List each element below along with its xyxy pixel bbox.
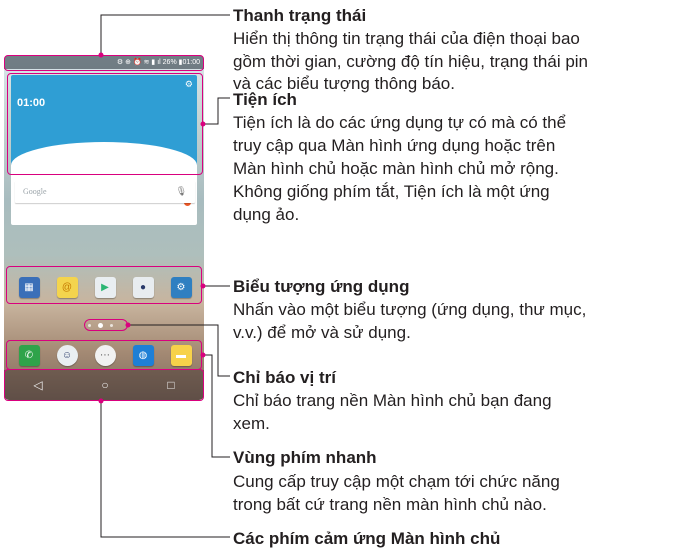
widget-desc-2: truy cập qua Màn hình ứng dụng hoặc trên — [233, 136, 556, 155]
status-bar-desc-1: Hiển thị thông tin trạng thái của điện t… — [233, 29, 580, 48]
apps-desc-1: Nhấn vào một biểu tượng (ứng dụng, thư m… — [233, 300, 587, 319]
touchkeys-title: Các phím cảm ứng Màn hình chủ — [233, 529, 501, 548]
apps-title: Biểu tượng ứng dụng — [233, 277, 410, 296]
apps-desc-2: v.v.) để mở và sử dụng. — [233, 323, 411, 342]
indicator-desc-1: Chỉ báo trang nền Màn hình chủ bạn đang — [233, 391, 552, 410]
quickkey-desc-1: Cung cấp truy cập một chạm tới chức năng — [233, 472, 560, 491]
widget-desc-5: dụng ảo. — [233, 205, 300, 224]
status-bar-desc-2: gồm thời gian, cường độ tín hiệu, trạng … — [233, 52, 588, 71]
widget-desc-1: Tiện ích là do các ứng dụng tự có mà có … — [233, 113, 567, 132]
widget-desc-4: Không giống phím tắt, Tiện ích là một ứn… — [233, 182, 550, 201]
status-bar-title: Thanh trạng thái — [233, 6, 367, 25]
quickkey-desc-2: trong bất cứ trang nền màn hình chủ nào. — [233, 495, 547, 514]
indicator-title: Chỉ báo vị trí — [233, 368, 336, 387]
indicator-desc-2: xem. — [233, 414, 270, 433]
widget-desc-3: Màn hình chủ hoặc màn hình chủ mở rộng. — [233, 159, 559, 178]
widget-title: Tiện ích — [233, 90, 297, 109]
quickkey-title: Vùng phím nhanh — [233, 448, 377, 467]
